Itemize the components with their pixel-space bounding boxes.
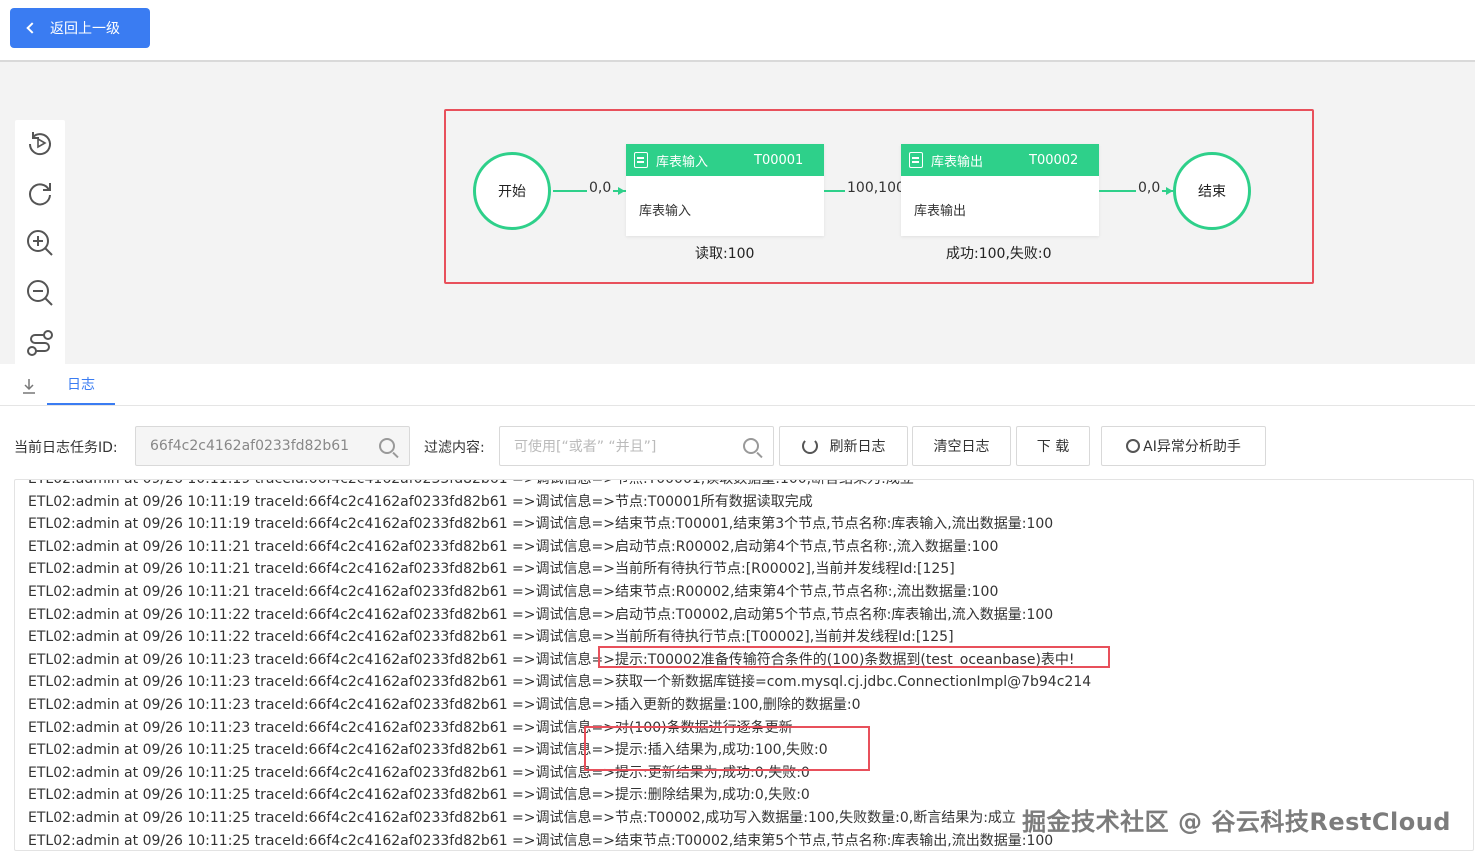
end-node-label: 结束 [1198,184,1226,200]
log-highlight-box [598,646,1110,668]
task-node-output-stat: 成功:100,失败:0 [946,246,1052,262]
zoom-in-icon[interactable] [25,228,55,258]
search-icon[interactable] [743,438,759,454]
task-node-input-stat: 读取:100 [695,246,755,262]
ai-analysis-label: AI异常分析助手 [1143,439,1241,455]
log-line: ETL02:admin at 09/26 10:11:25 traceId:66… [28,832,1054,849]
bottom-tabs: 日志 [0,364,1475,406]
log-highlight-box [584,726,870,771]
log-line: ETL02:admin at 09/26 10:11:21 traceId:66… [28,538,999,555]
log-line: ETL02:admin at 09/26 10:11:23 traceId:66… [28,674,1092,691]
log-line: ETL02:admin at 09/26 10:11:19 traceId:66… [28,479,914,487]
task-node-header: 库表输出 T00002 [901,144,1099,176]
refresh-icon [801,438,818,454]
task-node-code: T00002 [1029,152,1079,168]
task-id-value: 66f4c2c4162af0233fd82b61 [150,438,350,454]
start-node[interactable]: 开始 [473,152,551,230]
arrow-icon [1166,187,1173,195]
arrow-icon [618,187,625,195]
log-filter-row: 当前日志任务ID: 66f4c2c4162af0233fd82b61 过滤内容:… [0,426,1475,466]
refresh-log-label: 刷新日志 [829,439,886,455]
download-button[interactable]: 下 载 [1016,426,1090,466]
filter-input[interactable]: 可使用[“或者” “并且”] [499,426,774,466]
ai-analysis-button[interactable]: AI异常分析助手 [1101,426,1266,466]
log-line: ETL02:admin at 09/26 10:11:25 traceId:66… [28,809,1016,826]
zoom-out-icon[interactable] [25,278,55,308]
download-tab-icon[interactable] [22,378,36,394]
task-node-body: 库表输出 [914,204,967,219]
back-button[interactable]: 返回上一级 [10,8,150,48]
top-bar: 返回上一级 [0,0,1475,60]
refresh-icon[interactable] [25,178,55,208]
back-button-label: 返回上一级 [50,21,120,37]
replay-icon[interactable] [25,128,55,158]
filter-label: 过滤内容: [424,440,485,456]
log-line: ETL02:admin at 09/26 10:11:25 traceId:66… [28,764,810,781]
ai-icon [1126,439,1141,453]
task-node-input[interactable]: 库表输入 T00001 库表输入 [626,144,824,236]
search-icon[interactable] [379,438,395,454]
edge3-label: 0,0 [1136,180,1163,196]
filter-placeholder: 可使用[“或者” “并且”] [514,439,657,455]
log-line: ETL02:admin at 09/26 10:11:25 traceId:66… [28,742,828,759]
task-id-input[interactable]: 66f4c2c4162af0233fd82b61 [135,426,410,466]
log-line: ETL02:admin at 09/26 10:11:22 traceId:66… [28,606,1054,623]
layout-icon[interactable] [25,328,55,358]
log-line: ETL02:admin at 09/26 10:11:25 traceId:66… [28,787,810,804]
task-node-output[interactable]: 库表输出 T00002 库表输出 [901,144,1099,236]
log-line: ETL02:admin at 09/26 10:11:19 traceId:66… [28,493,813,510]
document-icon [909,152,923,168]
task-node-title: 库表输入 [656,154,709,170]
log-line: ETL02:admin at 09/26 10:11:19 traceId:66… [28,516,1054,533]
log-line: ETL02:admin at 09/26 10:11:21 traceId:66… [28,561,955,578]
task-node-code: T00001 [754,152,804,168]
flow-highlight-box: 开始 0,0 库表输入 T00001 库表输入 读取:100 100,100 库… [444,109,1314,284]
tab-log[interactable]: 日志 [47,374,115,405]
document-icon [634,152,648,168]
clear-log-button[interactable]: 清空日志 [912,426,1011,466]
clear-log-label: 清空日志 [933,439,990,455]
end-node[interactable]: 结束 [1173,152,1251,230]
task-id-label: 当前日志任务ID: [14,440,118,456]
log-line: ETL02:admin at 09/26 10:11:23 traceId:66… [28,696,861,713]
edge2-label: 100,100 [845,180,907,196]
edge1-label: 0,0 [587,180,614,196]
task-node-body: 库表输入 [639,204,692,219]
task-node-title: 库表输出 [931,154,984,170]
canvas-toolbar [15,120,65,366]
download-label: 下 载 [1036,439,1070,455]
chevron-left-icon [26,22,38,34]
log-line: ETL02:admin at 09/26 10:11:23 traceId:66… [28,719,793,736]
watermark: 掘金技术社区 @ 谷云科技RestCloud [1022,808,1451,836]
start-node-label: 开始 [498,184,526,200]
task-node-header: 库表输入 T00001 [626,144,824,176]
log-line: ETL02:admin at 09/26 10:11:21 traceId:66… [28,583,999,600]
flow-canvas[interactable]: 开始 0,0 库表输入 T00001 库表输入 读取:100 100,100 库… [0,60,1475,366]
refresh-log-button[interactable]: 刷新日志 [779,426,908,466]
